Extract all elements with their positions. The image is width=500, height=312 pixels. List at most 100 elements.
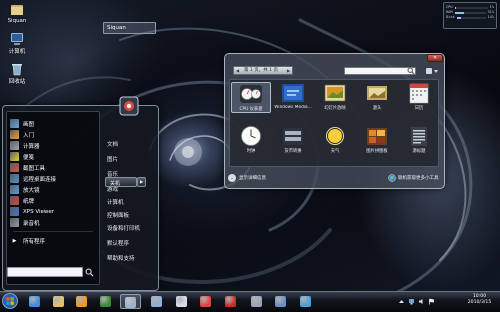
search-icon[interactable] bbox=[407, 67, 415, 75]
network-icon[interactable] bbox=[408, 298, 415, 305]
start-menu-user-name[interactable]: Siquan bbox=[103, 22, 156, 34]
taskbar-button[interactable] bbox=[71, 294, 92, 309]
all-programs-button[interactable]: ▶ 所有程序 bbox=[7, 235, 99, 246]
gadget-tile-label: 天气 bbox=[330, 149, 340, 154]
calendar-icon bbox=[409, 83, 429, 104]
sound-recorder-icon bbox=[10, 218, 19, 227]
gadget-tile[interactable]: 货币转换 bbox=[273, 125, 313, 154]
feed-icon bbox=[411, 127, 427, 146]
start-menu-place-item[interactable]: 帮助和支持 bbox=[107, 254, 135, 262]
gadget-tile[interactable]: 源标题 bbox=[399, 125, 439, 154]
gadget-tile[interactable]: 图片拼图板 bbox=[357, 125, 397, 154]
action-center-flag-icon[interactable] bbox=[428, 298, 435, 305]
close-button[interactable]: ✕ bbox=[427, 54, 443, 62]
taskbar-button[interactable] bbox=[220, 294, 241, 309]
start-menu-program-item[interactable]: 录音机 bbox=[7, 217, 99, 228]
start-menu-program-label: 放大镜 bbox=[23, 187, 40, 194]
volume-icon[interactable] bbox=[418, 298, 425, 305]
gadget-tile-label: 时钟 bbox=[246, 149, 256, 154]
taskbar-button[interactable] bbox=[24, 294, 45, 309]
taskbar-button[interactable] bbox=[48, 294, 69, 309]
gadget-tile[interactable]: 源头 bbox=[357, 82, 397, 111]
start-menu-program-item[interactable]: 画图 bbox=[7, 118, 99, 129]
shutdown-options-arrow-icon[interactable]: ▶ bbox=[137, 177, 146, 187]
gadget-tile[interactable]: 日历 bbox=[399, 82, 439, 111]
previous-page-icon[interactable]: ◀ bbox=[236, 67, 239, 74]
start-menu-program-item[interactable]: 截图工具 bbox=[7, 162, 99, 173]
start-menu-place-item[interactable]: 文档 bbox=[107, 140, 118, 148]
all-programs-label: 所有程序 bbox=[23, 238, 46, 245]
start-menu-place-item[interactable]: 图片 bbox=[107, 155, 118, 163]
taskbar-clock[interactable]: 10:00 2010/3/15 bbox=[462, 294, 497, 306]
user-folder-icon bbox=[11, 5, 23, 15]
gadget-tile-label: 日历 bbox=[414, 106, 424, 111]
gadget-tile[interactable]: 天气 bbox=[315, 125, 355, 154]
gallery-search-input[interactable] bbox=[344, 67, 416, 75]
start-menu-separator bbox=[13, 231, 93, 232]
view-options-icon[interactable] bbox=[425, 67, 439, 75]
user-avatar-icon[interactable] bbox=[119, 96, 139, 116]
start-menu-place-item[interactable]: 控制面板 bbox=[107, 211, 129, 219]
start-menu-program-item[interactable]: XPS Viewer bbox=[7, 206, 99, 217]
start-menu-program-label: XPS Viewer bbox=[23, 208, 55, 215]
paint-icon bbox=[10, 119, 19, 128]
monitor-row-disk: Disk 14% bbox=[446, 15, 494, 20]
desktop-icon-computer[interactable]: 计算机 bbox=[2, 32, 32, 55]
start-menu-program-item[interactable]: 计算器 bbox=[7, 140, 99, 151]
taskbar-button[interactable] bbox=[295, 294, 316, 309]
start-menu-program-item[interactable]: 远程桌面连接 bbox=[7, 173, 99, 184]
system-tray bbox=[398, 295, 435, 307]
gadget-gallery-icon bbox=[125, 297, 136, 308]
monitor-bar bbox=[454, 11, 486, 14]
taskbar-button[interactable] bbox=[195, 294, 216, 309]
clock-date: 2010/3/15 bbox=[467, 300, 492, 305]
taskbar-button[interactable] bbox=[95, 294, 116, 309]
gadget-tile-label: 源标题 bbox=[412, 149, 426, 154]
start-menu-place-item[interactable]: 计算机 bbox=[107, 198, 124, 206]
start-menu-program-item[interactable]: 纸牌 bbox=[7, 195, 99, 206]
show-details-toggle[interactable]: ⌄ 显示详细信息 bbox=[228, 173, 288, 183]
desktop-icon-label: 计算机 bbox=[8, 49, 26, 55]
gadget-tile[interactable]: 幻灯片放映 bbox=[315, 82, 355, 111]
start-menu-place-item[interactable]: 默认程序 bbox=[107, 239, 129, 247]
monitor-bar bbox=[456, 16, 486, 19]
media-center-icon bbox=[100, 296, 111, 307]
start-menu-place-item[interactable]: 设备和打印机 bbox=[107, 224, 140, 232]
getting-started-icon bbox=[10, 130, 19, 139]
search-icon[interactable] bbox=[85, 268, 94, 277]
calculator-icon bbox=[10, 141, 19, 150]
start-menu-program-item[interactable]: 便笺 bbox=[7, 151, 99, 162]
gadget-tile[interactable]: Windows Media... bbox=[273, 82, 313, 110]
gallery-page-selector[interactable]: ◀ 第 1 页，共 1 页 ▶ bbox=[233, 66, 293, 75]
taskbar-button[interactable] bbox=[146, 294, 167, 309]
get-more-gadgets-link[interactable]: 联机获取更多小工具 bbox=[388, 174, 439, 182]
feed-headlines-icon bbox=[367, 86, 387, 100]
remote-desktop-icon bbox=[10, 174, 19, 183]
shutdown-button[interactable]: 关机 bbox=[105, 177, 137, 187]
gadget-tile[interactable]: 时钟 bbox=[231, 125, 271, 154]
start-menu-program-list: 画图 入门 计算器 便笺 截图工具 远程桌面连接放大镜 纸牌 XPS Viewer 录音机 bbox=[7, 112, 99, 228]
start-menu-programs-pane: 画图 入门 计算器 便笺 截图工具 远程桌面连接放大镜 纸牌 XPS Viewer 录音机 ▶ … bbox=[6, 111, 100, 285]
start-menu-search-input[interactable] bbox=[7, 267, 83, 277]
gadget-tile-label: 幻灯片放映 bbox=[324, 106, 346, 111]
computer-icon bbox=[275, 296, 286, 307]
desktop-icon-recycle-bin[interactable]: 回收站 bbox=[2, 62, 32, 85]
system-monitor-gadget[interactable]: CPU 1% RAM 31% Disk 14% bbox=[443, 2, 497, 29]
magnifier-icon bbox=[10, 185, 19, 194]
show-hidden-icons-icon[interactable] bbox=[398, 298, 405, 305]
desktop-icon-label: 回收站 bbox=[8, 79, 26, 85]
next-page-icon[interactable]: ▶ bbox=[287, 67, 290, 74]
taskbar-button[interactable] bbox=[171, 294, 192, 309]
desktop-icon-user-folder[interactable]: Siquan bbox=[2, 3, 32, 24]
start-menu-program-item[interactable]: 入门 bbox=[7, 129, 99, 140]
taskbar-button[interactable] bbox=[246, 294, 267, 309]
start-button-icon[interactable] bbox=[2, 293, 18, 309]
start-menu-program-label: 录音机 bbox=[23, 220, 40, 227]
start-menu-program-item[interactable]: 放大镜 bbox=[7, 184, 99, 195]
taskbar-button[interactable] bbox=[120, 294, 141, 309]
taskbar-button[interactable] bbox=[270, 294, 291, 309]
desktop-icon-label: Siquan bbox=[7, 18, 27, 24]
settings-icon bbox=[251, 296, 262, 307]
currency-icon bbox=[283, 128, 303, 145]
gadget-tile[interactable]: CPU 仪表盘 bbox=[231, 82, 271, 113]
